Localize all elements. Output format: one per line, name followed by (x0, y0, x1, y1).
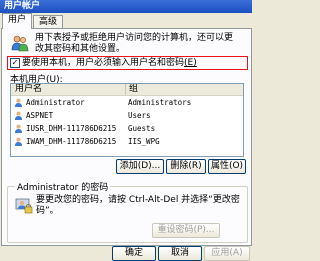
users-icon (11, 35, 29, 52)
table-row[interactable]: IUSR_DHM-111786D6215 Guests (11, 123, 243, 134)
user-password-icon (15, 198, 33, 214)
list-header: 用户名 组 (11, 84, 243, 96)
tab-advanced[interactable]: 高级 (33, 15, 64, 28)
require-login-label[interactable]: 要使用本机，用户必须输入用户名和密码(E) (22, 57, 197, 69)
user-group: Guests (128, 124, 156, 133)
users-panel: 用下表授予或拒绝用户访问您的计算机，还可以更改其密码和其他设置。 ✓ 要使用本机… (1, 28, 252, 246)
user-name: ASPNET (26, 111, 54, 120)
require-login-checkbox[interactable]: ✓ (10, 58, 20, 68)
properties-button[interactable]: 属性(O) (208, 159, 246, 174)
user-name: IWAM_DHM-111786D6215 (26, 137, 117, 146)
user-group: Administrators (128, 98, 192, 107)
remove-user-button[interactable]: 删除(R) (166, 159, 206, 174)
cancel-button[interactable]: 取消 (158, 246, 202, 261)
tab-strip: 用户 高级 (0, 13, 252, 29)
user-icon (15, 98, 22, 107)
apply-button[interactable]: 应用(A) (204, 246, 250, 261)
title-bar: 用户帐户 (0, 0, 252, 13)
window-title: 用户帐户 (4, 1, 41, 11)
description-text: 用下表授予或拒绝用户访问您的计算机，还可以更改其密码和其他设置。 (35, 33, 234, 54)
column-header-username[interactable]: 用户名 (15, 84, 42, 95)
user-name: IUSR_DHM-111786D6215 (26, 124, 117, 133)
column-header-group[interactable]: 组 (125, 84, 138, 95)
add-user-button[interactable]: 添加(D)... (116, 159, 164, 174)
user-icon (15, 137, 22, 146)
users-listview[interactable]: 用户名 组 Administrator Administrators ASPNE… (10, 83, 244, 157)
require-login-highlight: ✓ 要使用本机，用户必须输入用户名和密码(E) (7, 56, 248, 70)
password-group-title: Administrator 的密码 (15, 180, 111, 193)
user-group: Users (128, 111, 151, 120)
table-row[interactable]: ASPNET Users (11, 110, 243, 121)
table-row[interactable]: IWAM_DHM-111786D6215 IIS_WPG (11, 136, 243, 147)
user-icon (15, 111, 22, 120)
user-name: Administrator (26, 98, 85, 107)
table-row[interactable]: Administrator Administrators (11, 97, 243, 108)
ok-button[interactable]: 确定 (112, 246, 156, 261)
user-group: IIS_WPG (128, 137, 160, 146)
reset-password-button[interactable]: 重设密码(P)... (152, 223, 220, 238)
tab-users[interactable]: 用户 (2, 13, 33, 29)
password-instruction-text: 要更改您的密码，请按 Ctrl-Alt-Del 并选择“更改密码”。 (36, 195, 240, 216)
user-icon (15, 124, 22, 133)
